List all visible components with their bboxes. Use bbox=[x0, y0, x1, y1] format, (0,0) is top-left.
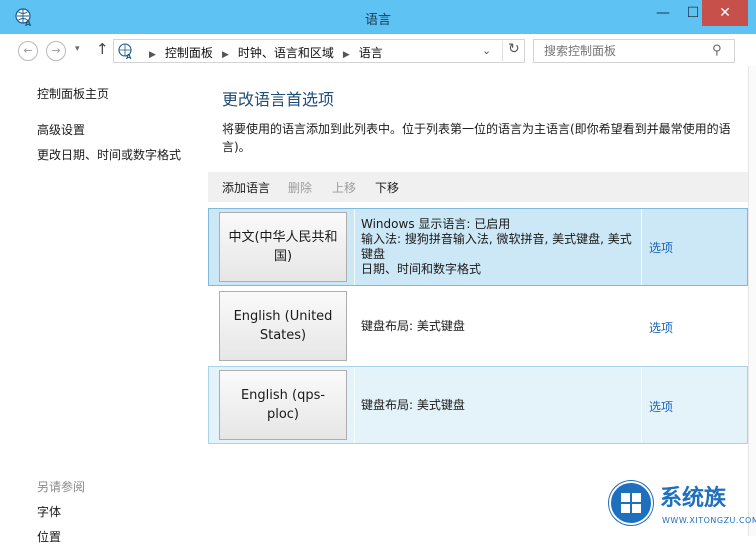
watermark-url: WWW.XITONGZU.COM bbox=[662, 516, 756, 525]
breadcrumb-item[interactable]: 时钟、语言和区域 bbox=[238, 46, 334, 60]
minimize-button[interactable]: — bbox=[648, 0, 678, 26]
column-divider bbox=[641, 209, 642, 285]
language-row-zh-cn[interactable]: 中文(中华人民共和国) Windows 显示语言: 已启用 输入法: 搜狗拼音输… bbox=[208, 208, 748, 286]
column-divider bbox=[641, 367, 642, 443]
options-link[interactable]: 选项 bbox=[649, 239, 673, 256]
fonts-link[interactable]: 字体 bbox=[37, 503, 61, 520]
input-methods: 输入法: 搜狗拼音输入法, 微软拼音, 美式键盘, 美式键盘 bbox=[361, 232, 632, 261]
svg-text:A: A bbox=[126, 53, 132, 60]
keyboard-layout: 键盘布局: 美式键盘 bbox=[361, 398, 465, 412]
language-name-button[interactable]: English (United States) bbox=[219, 291, 347, 361]
window-title: 语言 bbox=[364, 13, 391, 28]
breadcrumb: ▶ 控制面板 ▶ 时钟、语言和区域 ▶ 语言 bbox=[140, 44, 383, 61]
address-bar[interactable]: A ▶ 控制面板 ▶ 时钟、语言和区域 ▶ 语言 ⌄ ↻ bbox=[113, 39, 525, 63]
move-down-button[interactable]: 下移 bbox=[375, 179, 399, 196]
control-panel-icon: A bbox=[118, 43, 132, 60]
language-row-en-us[interactable]: English (United States) 键盘布局: 美式键盘 选项 bbox=[208, 287, 748, 365]
language-name-button[interactable]: 中文(中华人民共和国) bbox=[219, 212, 347, 282]
breadcrumb-chevron-icon[interactable]: ▶ bbox=[343, 50, 350, 60]
language-row-qps-ploc[interactable]: English (qps-ploc) 键盘布局: 美式键盘 选项 bbox=[208, 366, 748, 444]
breadcrumb-chevron-icon: ▶ bbox=[149, 50, 156, 60]
close-button[interactable]: ✕ bbox=[702, 0, 748, 26]
column-divider bbox=[354, 367, 355, 443]
page-title: 更改语言首选项 bbox=[222, 90, 335, 109]
sidebar: 控制面板主页 高级设置 更改日期、时间或数字格式 另请参阅 字体 位置 bbox=[0, 66, 208, 544]
address-dropdown-icon[interactable]: ⌄ bbox=[482, 44, 491, 57]
title-bar: A 语言 — ☐ ✕ bbox=[0, 0, 756, 34]
breadcrumb-item[interactable]: 语言 bbox=[359, 46, 383, 60]
add-language-button[interactable]: 添加语言 bbox=[222, 179, 270, 196]
breadcrumb-item[interactable]: 控制面板 bbox=[165, 46, 213, 60]
language-details: Windows 显示语言: 已启用 输入法: 搜狗拼音输入法, 微软拼音, 美式… bbox=[361, 217, 637, 277]
page-description: 将要使用的语言添加到此列表中。位于列表第一位的语言为主语言(即你希望看到并最常使… bbox=[222, 122, 731, 154]
recent-locations-dropdown[interactable]: ▾ bbox=[75, 44, 80, 54]
breadcrumb-chevron-icon[interactable]: ▶ bbox=[222, 50, 229, 60]
column-divider bbox=[354, 209, 355, 285]
options-link[interactable]: 选项 bbox=[649, 398, 673, 415]
search-icon[interactable]: ⚲ bbox=[712, 43, 722, 58]
remove-button[interactable]: 删除 bbox=[288, 179, 312, 196]
options-link[interactable]: 选项 bbox=[649, 319, 673, 336]
display-language-status: Windows 显示语言: 已启用 bbox=[361, 217, 511, 231]
search-input[interactable] bbox=[542, 43, 706, 59]
see-also-heading: 另请参阅 bbox=[37, 480, 86, 494]
windows-logo-icon bbox=[608, 480, 654, 526]
control-panel-home-link[interactable]: 控制面板主页 bbox=[37, 85, 109, 102]
navigation-bar: ← → ▾ ↑ A ▶ 控制面板 ▶ 时钟、语言和区域 ▶ 语言 ⌄ ↻ ⚲ bbox=[0, 34, 756, 66]
language-toolbar: 添加语言 删除 上移 下移 bbox=[208, 172, 748, 202]
keyboard-layout: 键盘布局: 美式键盘 bbox=[361, 319, 465, 333]
advanced-settings-link[interactable]: 高级设置 bbox=[37, 121, 85, 138]
up-button[interactable]: ↑ bbox=[96, 40, 109, 58]
back-button[interactable]: ← bbox=[18, 41, 38, 61]
change-date-time-format-link[interactable]: 更改日期、时间或数字格式 bbox=[37, 146, 181, 163]
site-watermark: 系统族 WWW.XITONGZU.COM bbox=[604, 476, 756, 534]
date-time-format: 日期、时间和数字格式 bbox=[361, 262, 482, 276]
move-up-button[interactable]: 上移 bbox=[332, 179, 356, 196]
forward-button[interactable]: → bbox=[46, 41, 66, 61]
language-name-button[interactable]: English (qps-ploc) bbox=[219, 370, 347, 440]
search-box[interactable]: ⚲ bbox=[533, 39, 735, 63]
location-link[interactable]: 位置 bbox=[37, 528, 61, 545]
watermark-title: 系统族 bbox=[660, 486, 727, 511]
refresh-icon[interactable]: ↻ bbox=[502, 41, 520, 61]
background-window-edge bbox=[748, 66, 756, 536]
windows-flag-icon bbox=[609, 481, 653, 525]
